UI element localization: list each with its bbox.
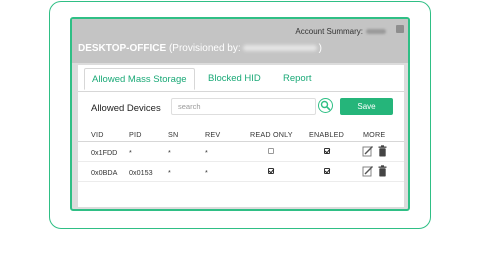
cell-pid: * <box>129 148 132 157</box>
account-summary[interactable]: Account Summary: <box>295 27 386 36</box>
tab-allowed-mass-storage[interactable]: Allowed Mass Storage <box>84 68 195 90</box>
provisioned-by: (Provisioned by:) <box>169 43 322 54</box>
column-header-sn: SN <box>168 130 179 139</box>
provisioned-email-redacted <box>242 45 317 52</box>
provisioned-suffix: ) <box>318 43 322 54</box>
account-name-redacted <box>366 29 386 35</box>
account-summary-label: Account Summary: <box>295 27 363 36</box>
column-header-enabled: ENABLED <box>309 130 344 139</box>
cell-sn: * <box>168 168 171 177</box>
column-header-pid: PID <box>129 130 142 139</box>
cell-vid: 0x0BDA <box>91 168 118 177</box>
device-control-panel: Allowed Mass Storage Blocked HID Report … <box>78 65 404 207</box>
provisioned-prefix: (Provisioned by: <box>168 43 241 54</box>
read-only-checkbox[interactable] <box>268 168 274 174</box>
tab-report[interactable]: Report <box>276 68 319 90</box>
cell-vid: 0x1FDD <box>91 148 118 157</box>
enabled-checkbox[interactable] <box>324 148 330 154</box>
table-row: 0x1FDD * * * <box>78 142 404 162</box>
app-window: Account Summary: DESKTOP-OFFICE (Provisi… <box>70 17 410 211</box>
save-button[interactable]: Save <box>340 98 393 115</box>
allowed-devices-title: Allowed Devices <box>91 103 161 114</box>
search-input[interactable] <box>171 98 316 115</box>
cell-pid: 0x0153 <box>129 168 153 177</box>
column-header-read-only: READ ONLY <box>250 130 293 139</box>
device-name: DESKTOP-OFFICE <box>78 43 167 54</box>
app-header: Account Summary: DESKTOP-OFFICE (Provisi… <box>72 19 408 63</box>
delete-icon[interactable] <box>378 165 387 177</box>
cell-sn: * <box>168 148 171 157</box>
delete-icon[interactable] <box>378 145 387 157</box>
tab-blocked-hid[interactable]: Blocked HID <box>201 68 268 90</box>
device-title: DESKTOP-OFFICE (Provisioned by:) <box>78 43 322 54</box>
cell-rev: * <box>205 148 208 157</box>
column-header-more: MORE <box>363 130 386 139</box>
search-icon <box>320 100 331 111</box>
edit-icon[interactable] <box>362 145 374 157</box>
enabled-checkbox[interactable] <box>324 168 330 174</box>
column-header-rev: REV <box>205 130 221 139</box>
search-button[interactable] <box>318 98 333 113</box>
edit-icon[interactable] <box>362 165 374 177</box>
table-header: VID PID SN REV READ ONLY ENABLED MORE <box>78 127 404 142</box>
table-row: 0x0BDA 0x0153 * * <box>78 162 404 182</box>
cell-rev: * <box>205 168 208 177</box>
chevron-icon[interactable] <box>396 25 404 33</box>
read-only-checkbox[interactable] <box>268 148 274 154</box>
column-header-vid: VID <box>91 130 104 139</box>
tab-bar: Allowed Mass Storage Blocked HID Report <box>78 65 404 92</box>
